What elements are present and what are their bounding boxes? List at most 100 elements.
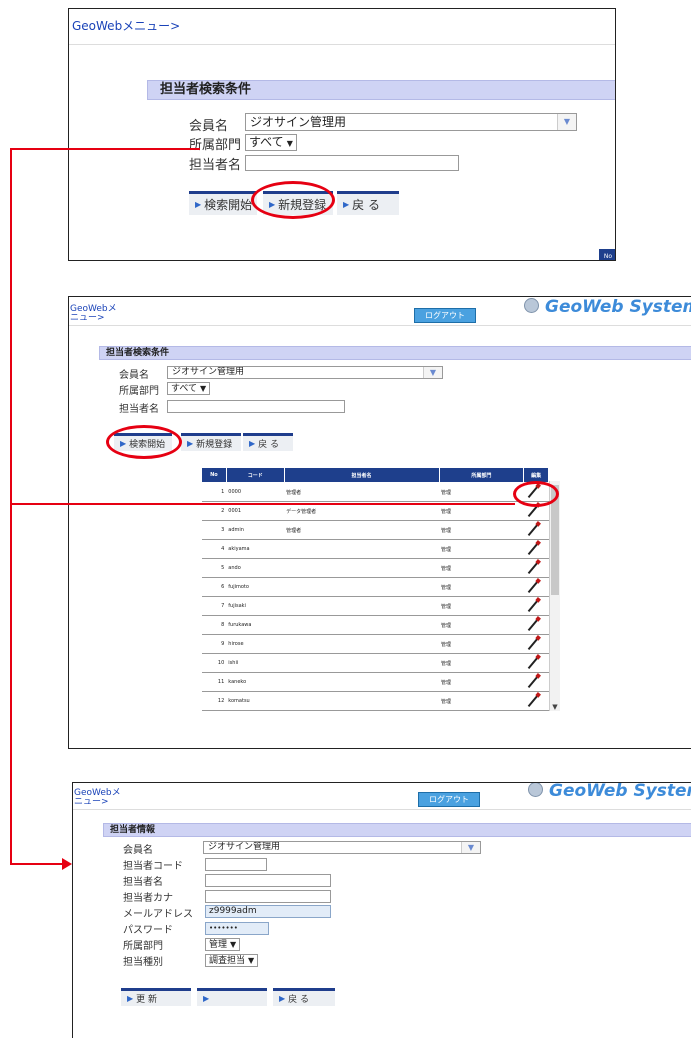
dept-label: 所属部門 bbox=[123, 941, 163, 952]
cell-name: 管理者 bbox=[284, 520, 440, 540]
staff-name-input[interactable] bbox=[167, 400, 345, 413]
pencil-icon[interactable] bbox=[527, 542, 538, 556]
cell-no: 8 bbox=[201, 615, 227, 635]
member-select[interactable]: ジオサイン管理用 ▼ bbox=[167, 366, 443, 379]
dept-select[interactable]: すべて ▼ bbox=[245, 134, 297, 151]
cell-code: kaneko bbox=[226, 672, 285, 692]
cell-no: 3 bbox=[201, 520, 227, 540]
code-label: 担当者コード bbox=[123, 861, 183, 872]
dept-label: 所属部門 bbox=[189, 138, 242, 153]
member-label: 会員名 bbox=[123, 845, 153, 856]
logout-button[interactable]: ログアウト bbox=[418, 792, 480, 807]
triangle-icon: ▶ bbox=[203, 994, 210, 1003]
triangle-icon: ▶ bbox=[279, 994, 286, 1003]
table-scrollbar[interactable]: ▼ bbox=[549, 481, 560, 711]
disabled-button: ▶ bbox=[197, 988, 267, 1006]
name-input[interactable] bbox=[205, 874, 331, 887]
cell-name bbox=[284, 596, 440, 616]
search-button[interactable]: ▶ 検索開始 bbox=[189, 191, 257, 215]
pencil-icon[interactable] bbox=[527, 637, 538, 651]
screenshot-search-results: GeoWebメ ニュー> ログアウト GeoWeb System 担当者検索条件 … bbox=[68, 296, 691, 749]
staff-type-select[interactable]: 調査担当 ▼ bbox=[205, 954, 259, 967]
edit-cell[interactable] bbox=[523, 577, 549, 597]
logout-button[interactable]: ログアウト bbox=[414, 308, 476, 323]
cell-dept: 管理 bbox=[439, 596, 524, 616]
connector-line bbox=[10, 148, 12, 864]
edit-cell[interactable] bbox=[523, 653, 549, 673]
back-button[interactable]: ▶ 戻 る bbox=[337, 191, 399, 215]
cell-dept: 管理 bbox=[439, 577, 524, 597]
screenshot-staff-info: GeoWebメ ニュー> ログアウト GeoWeb System 担当者情報 会員… bbox=[72, 782, 691, 1038]
edit-cell[interactable] bbox=[523, 615, 549, 635]
edit-cell[interactable] bbox=[523, 539, 549, 559]
dept-select[interactable]: すべて ▼ bbox=[167, 382, 211, 395]
screenshot-search-panel: GeoWebメニュー> 担当者検索条件 会員名 ジオサイン管理用 ▼ 所属部門 す… bbox=[68, 8, 616, 261]
member-select[interactable]: ジオサイン管理用 ▼ bbox=[203, 841, 481, 854]
pencil-icon[interactable] bbox=[527, 561, 538, 575]
connector-line bbox=[10, 148, 200, 150]
code-input[interactable] bbox=[205, 858, 267, 871]
pencil-icon[interactable] bbox=[527, 618, 538, 632]
globe-icon bbox=[524, 298, 539, 313]
cell-no: 12 bbox=[201, 691, 227, 711]
pencil-icon[interactable] bbox=[527, 580, 538, 594]
divider bbox=[69, 44, 615, 45]
new-register-button[interactable]: ▶ 新規登録 bbox=[181, 433, 241, 451]
pencil-icon[interactable] bbox=[527, 694, 538, 708]
back-button[interactable]: ▶ 戻 る bbox=[273, 988, 335, 1006]
cell-code: hirose bbox=[226, 634, 285, 654]
kana-input[interactable] bbox=[205, 890, 331, 903]
cell-name bbox=[284, 691, 440, 711]
table-row: 5 ando 管理 bbox=[201, 558, 549, 578]
table-row: 6 fujimoto 管理 bbox=[201, 577, 549, 597]
table-row: 12 komatsu 管理 bbox=[201, 691, 549, 711]
kana-label: 担当者カナ bbox=[123, 893, 173, 904]
cell-no: 5 bbox=[201, 558, 227, 578]
cell-dept: 管理 bbox=[439, 672, 524, 692]
update-button[interactable]: ▶ 更 新 bbox=[121, 988, 191, 1006]
edit-cell[interactable] bbox=[523, 691, 549, 711]
edit-cell[interactable] bbox=[523, 672, 549, 692]
geoweb-menu-link[interactable]: GeoWebメニュー> bbox=[74, 789, 121, 807]
member-select[interactable]: ジオサイン管理用 ▼ bbox=[245, 113, 577, 131]
col-header-dept: 所属部門 bbox=[438, 467, 525, 483]
triangle-icon: ▶ bbox=[127, 994, 134, 1003]
cell-no: 9 bbox=[201, 634, 227, 654]
highlight-circle-edit-icon bbox=[513, 481, 559, 507]
pencil-icon[interactable] bbox=[527, 675, 538, 689]
geoweb-system-logo: GeoWeb System bbox=[528, 783, 691, 801]
geoweb-system-logo: GeoWeb System bbox=[524, 297, 691, 317]
cell-name bbox=[284, 539, 440, 559]
dept-select[interactable]: 管理 ▼ bbox=[205, 938, 241, 951]
section-title: 担当者検索条件 bbox=[147, 80, 615, 100]
geoweb-menu-link[interactable]: GeoWebメニュー> bbox=[72, 17, 180, 34]
pencil-icon[interactable] bbox=[527, 656, 538, 670]
back-button[interactable]: ▶ 戻 る bbox=[243, 433, 293, 451]
cell-code: furukawa bbox=[226, 615, 285, 635]
cell-code: fujimoto bbox=[226, 577, 285, 597]
table-row: 9 hirose 管理 bbox=[201, 634, 549, 654]
pencil-icon[interactable] bbox=[527, 599, 538, 613]
cell-code: admin bbox=[226, 520, 285, 540]
chevron-down-icon: ▼ bbox=[557, 114, 576, 130]
staff-name-input[interactable] bbox=[245, 155, 459, 171]
cell-code: fujisaki bbox=[226, 596, 285, 616]
cell-no: 7 bbox=[201, 596, 227, 616]
cell-dept: 管理 bbox=[439, 482, 524, 502]
password-input[interactable]: ••••••• bbox=[205, 922, 269, 935]
scroll-down-arrow-icon[interactable]: ▼ bbox=[550, 703, 560, 711]
cell-no: 6 bbox=[201, 577, 227, 597]
table-row: 10 ishii 管理 bbox=[201, 653, 549, 673]
cell-code: komatsu bbox=[226, 691, 285, 711]
col-header-name: 担当者名 bbox=[283, 467, 440, 483]
divider bbox=[69, 325, 691, 326]
edit-cell[interactable] bbox=[523, 634, 549, 654]
edit-cell[interactable] bbox=[523, 596, 549, 616]
cell-name bbox=[284, 653, 440, 673]
pencil-icon[interactable] bbox=[527, 523, 538, 537]
geoweb-menu-link[interactable]: GeoWebメニュー> bbox=[70, 305, 117, 323]
edit-cell[interactable] bbox=[523, 558, 549, 578]
email-input[interactable]: z9999adm bbox=[205, 905, 331, 918]
edit-cell[interactable] bbox=[523, 520, 549, 540]
cell-name bbox=[284, 634, 440, 654]
